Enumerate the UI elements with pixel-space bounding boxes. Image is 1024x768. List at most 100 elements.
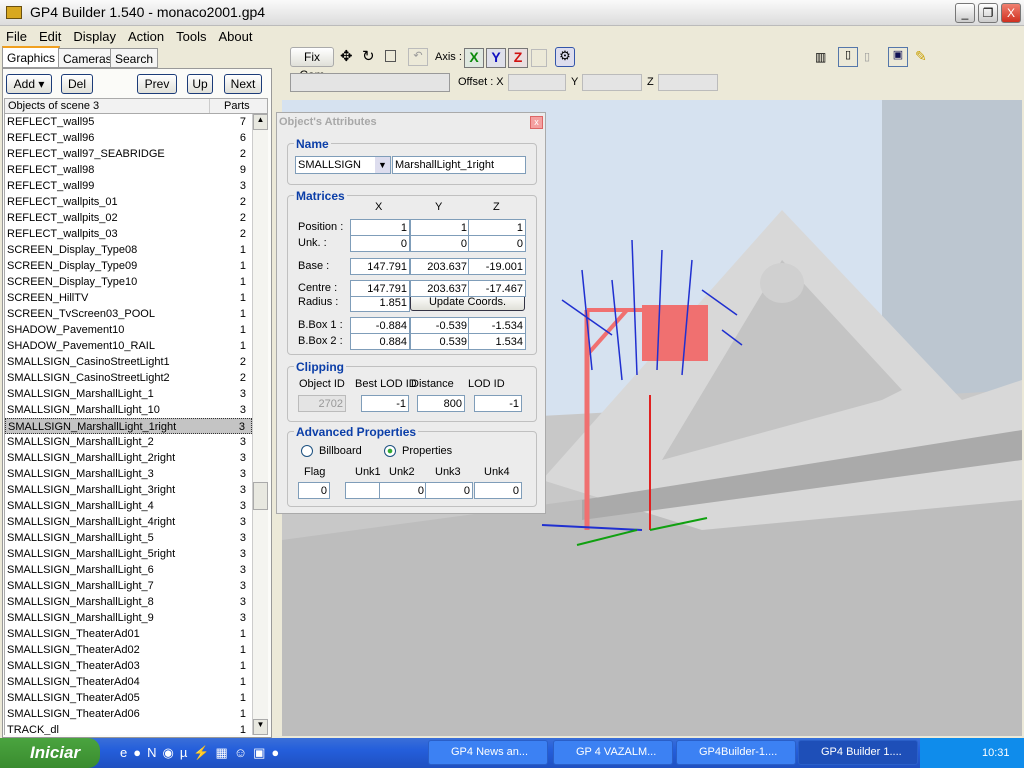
list-item[interactable]: SCREEN_Display_Type08 1: [5, 242, 252, 258]
pencil-icon[interactable]: ✎: [915, 48, 927, 65]
app-icon-6[interactable]: ⚡: [193, 745, 215, 760]
messenger-icon[interactable]: ☺: [234, 745, 253, 760]
start-button[interactable]: Iniciar: [0, 738, 100, 768]
matrix-field[interactable]: 203.637: [410, 280, 470, 297]
app-icon-7[interactable]: ▦: [216, 745, 234, 760]
matrix-field[interactable]: 0: [468, 235, 526, 252]
offset-z-field[interactable]: [658, 74, 718, 91]
flag-field[interactable]: 0: [298, 482, 330, 499]
undo-icon[interactable]: ↶: [408, 48, 428, 66]
list-item[interactable]: SMALLSIGN_MarshallLight_1 3: [5, 386, 252, 402]
matrix-field[interactable]: -17.467: [468, 280, 526, 297]
column-name[interactable]: Objects of scene 3: [8, 99, 99, 113]
view-icon-2[interactable]: ▯: [838, 47, 858, 67]
app-icon-10[interactable]: ●: [271, 745, 285, 760]
list-item[interactable]: SMALLSIGN_MarshallLight_4 3: [5, 498, 252, 514]
maximize-button[interactable]: ❐: [978, 3, 998, 23]
menu-file[interactable]: File: [0, 27, 33, 46]
matrix-field[interactable]: 1: [350, 219, 410, 236]
copy-icon[interactable]: [531, 49, 547, 67]
matrix-field[interactable]: 147.791: [350, 280, 410, 297]
add-button[interactable]: Add ▾: [6, 74, 52, 94]
list-item[interactable]: REFLECT_wall97_SEABRIDGE 2: [5, 146, 252, 162]
list-item[interactable]: SMALLSIGN_TheaterAd02 1: [5, 642, 252, 658]
next-button[interactable]: Next: [224, 74, 262, 94]
list-item[interactable]: SMALLSIGN_MarshallLight_1right 3: [5, 418, 252, 434]
list-item[interactable]: SCREEN_TvScreen03_POOL 1: [5, 306, 252, 322]
tab-graphics[interactable]: Graphics: [2, 46, 61, 68]
list-item[interactable]: REFLECT_wall95 7: [5, 114, 252, 130]
scroll-up-button[interactable]: ▲: [253, 114, 268, 130]
object-name-field[interactable]: [290, 73, 450, 92]
matrix-field[interactable]: -0.539: [410, 317, 470, 334]
delete-button[interactable]: Del: [61, 74, 93, 94]
utorrent-icon[interactable]: µ: [180, 745, 194, 760]
list-item[interactable]: SMALLSIGN_MarshallLight_5right 3: [5, 546, 252, 562]
scroll-thumb[interactable]: [253, 482, 268, 510]
app-icon-9[interactable]: ▣: [253, 745, 271, 760]
list-item[interactable]: SMALLSIGN_TheaterAd01 1: [5, 626, 252, 642]
matrix-field[interactable]: 147.791: [350, 258, 410, 275]
matrix-field[interactable]: 1: [410, 219, 470, 236]
axis-z-toggle[interactable]: Z: [508, 48, 528, 68]
list-item[interactable]: SMALLSIGN_MarshallLight_4right 3: [5, 514, 252, 530]
list-item[interactable]: SMALLSIGN_MarshallLight_10 3: [5, 402, 252, 418]
menu-tools[interactable]: Tools: [170, 27, 212, 46]
list-item[interactable]: SMALLSIGN_TheaterAd04 1: [5, 674, 252, 690]
close-button[interactable]: X: [1001, 3, 1021, 23]
list-item[interactable]: SMALLSIGN_CasinoStreetLight2 2: [5, 370, 252, 386]
list-item[interactable]: SMALLSIGN_MarshallLight_2right 3: [5, 450, 252, 466]
list-item[interactable]: REFLECT_wallpits_03 2: [5, 226, 252, 242]
matrix-field[interactable]: 0: [410, 235, 470, 252]
offset-y-field[interactable]: [582, 74, 642, 91]
netscape-icon[interactable]: N: [147, 745, 162, 760]
flag-field[interactable]: 0: [425, 482, 473, 499]
firefox-icon[interactable]: ●: [133, 745, 147, 760]
object-name-input[interactable]: MarshallLight_1right: [392, 156, 526, 174]
list-item[interactable]: SCREEN_Display_Type09 1: [5, 258, 252, 274]
column-parts[interactable]: Parts: [209, 99, 250, 113]
list-item[interactable]: SMALLSIGN_TheaterAd05 1: [5, 690, 252, 706]
tab-cameras[interactable]: Cameras: [58, 48, 117, 68]
list-item[interactable]: REFLECT_wallpits_02 2: [5, 210, 252, 226]
menu-action[interactable]: Action: [122, 27, 170, 46]
list-item[interactable]: SMALLSIGN_MarshallLight_2 3: [5, 434, 252, 450]
properties-radio[interactable]: [384, 445, 396, 457]
list-item[interactable]: SMALLSIGN_MarshallLight_6 3: [5, 562, 252, 578]
list-item[interactable]: SMALLSIGN_MarshallLight_3right 3: [5, 482, 252, 498]
list-item[interactable]: REFLECT_wall99 3: [5, 178, 252, 194]
task-gp4builder-folder[interactable]: GP4Builder-1....: [676, 740, 796, 765]
matrix-field[interactable]: 1.534: [468, 333, 526, 350]
billboard-radio[interactable]: [301, 445, 313, 457]
list-item[interactable]: REFLECT_wallpits_01 2: [5, 194, 252, 210]
matrix-field[interactable]: 0: [350, 235, 410, 252]
list-item[interactable]: SMALLSIGN_MarshallLight_3 3: [5, 466, 252, 482]
chevron-down-icon[interactable]: ▼: [375, 157, 390, 173]
billboard-label[interactable]: Billboard: [319, 445, 362, 457]
opera-icon[interactable]: ◉: [162, 745, 179, 760]
list-item[interactable]: SMALLSIGN_MarshallLight_7 3: [5, 578, 252, 594]
prev-button[interactable]: Prev: [137, 74, 177, 94]
list-item[interactable]: REFLECT_wall98 9: [5, 162, 252, 178]
list-item[interactable]: SHADOW_Pavement10 1: [5, 322, 252, 338]
view-icon-1[interactable]: ▥: [815, 50, 826, 64]
ie-icon[interactable]: e: [120, 745, 133, 760]
task-gp4-builder[interactable]: GP4 Builder 1....: [798, 740, 918, 765]
list-item[interactable]: SMALLSIGN_MarshallLight_8 3: [5, 594, 252, 610]
minimize-button[interactable]: _: [955, 3, 975, 23]
flag-field[interactable]: 0: [379, 482, 427, 499]
list-scrollbar[interactable]: ▲ ▼: [252, 114, 268, 735]
flag-field[interactable]: 0: [474, 482, 522, 499]
clip-field[interactable]: 800: [417, 395, 465, 412]
list-item[interactable]: SMALLSIGN_TheaterAd03 1: [5, 658, 252, 674]
matrix-field[interactable]: -1.534: [468, 317, 526, 334]
list-item[interactable]: SMALLSIGN_CasinoStreetLight1 2: [5, 354, 252, 370]
list-item[interactable]: TRACK_dl 1: [5, 722, 252, 735]
dialog-close-button[interactable]: x: [530, 116, 543, 129]
matrix-field[interactable]: 1: [468, 219, 526, 236]
rotate-icon[interactable]: ↻: [362, 47, 375, 65]
menu-edit[interactable]: Edit: [33, 27, 67, 46]
clip-field[interactable]: -1: [474, 395, 522, 412]
task-gp4-news[interactable]: GP4 News an...: [428, 740, 548, 765]
list-item[interactable]: SHADOW_Pavement10_RAIL 1: [5, 338, 252, 354]
